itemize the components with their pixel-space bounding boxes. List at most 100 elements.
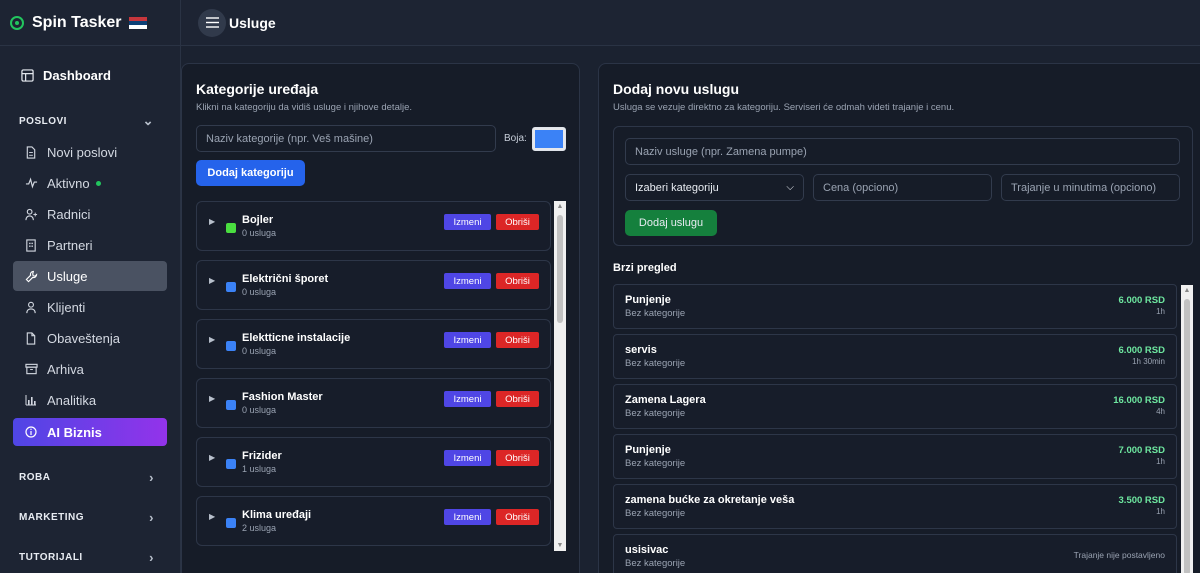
user-plus-icon	[24, 207, 38, 221]
price-input[interactable]: Cena (opciono)	[813, 174, 992, 201]
chevron-down-icon: ⌵	[786, 182, 794, 193]
add-category-button[interactable]: Dodaj kategoriju	[196, 160, 305, 186]
service-duration: 1h	[1156, 457, 1165, 466]
sidebar-item-partneri[interactable]: Partneri	[13, 230, 167, 260]
service-category: Bez kategorije	[625, 308, 686, 319]
category-item[interactable]: ▶ Fashion Master 0 usluga Izmeni Obriši	[196, 378, 551, 428]
category-name: Fashion Master	[242, 391, 323, 403]
delete-button[interactable]: Obriši	[496, 450, 539, 466]
chevron-right-icon: ›	[149, 549, 154, 565]
scroll-up-icon[interactable]: ▲	[1181, 287, 1193, 294]
category-name-input[interactable]: Naziv kategorije (npr. Veš mašine)	[196, 125, 496, 152]
hamburger-icon	[205, 17, 219, 28]
service-category: Bez kategorije	[625, 358, 686, 369]
sidebar-item-analitika[interactable]: Analitika	[13, 385, 167, 415]
service-item[interactable]: Zamena Lagera Bez kategorije 16.000 RSD …	[613, 384, 1177, 429]
section-label: ROBA	[19, 471, 51, 483]
color-picker[interactable]	[532, 127, 566, 151]
delete-button[interactable]: Obriši	[496, 509, 539, 525]
chevron-down-icon: ⌄	[142, 113, 154, 128]
info-icon	[24, 425, 38, 439]
scroll-down-icon[interactable]: ▼	[554, 542, 566, 549]
category-color-swatch	[226, 223, 236, 233]
delete-button[interactable]: Obriši	[496, 214, 539, 230]
brand[interactable]: Spin Tasker	[0, 0, 180, 46]
sidebar-item-radnici[interactable]: Radnici	[13, 199, 167, 229]
service-item[interactable]: Punjenje Bez kategorije 6.000 RSD 1h	[613, 284, 1177, 329]
app-name: Spin Tasker	[32, 13, 122, 31]
service-name: usisivac	[625, 544, 669, 556]
sidebar-item-arhiva[interactable]: Arhiva	[13, 354, 167, 384]
service-category: Bez kategorije	[625, 508, 686, 519]
duration-input[interactable]: Trajanje u minutima (opciono)	[1001, 174, 1180, 201]
sidebar-item-label: Klijenti	[47, 299, 86, 315]
category-item[interactable]: ▶ Bojler 0 usluga Izmeni Obriši	[196, 201, 551, 251]
edit-button[interactable]: Izmeni	[444, 332, 491, 348]
sidebar-item-usluge[interactable]: Usluge	[13, 261, 167, 291]
category-item[interactable]: ▶ Frizider 1 usluga Izmeni Obriši	[196, 437, 551, 487]
category-item[interactable]: ▶ Klima uređaji 2 usluga Izmeni Obriši	[196, 496, 551, 546]
category-color-swatch	[226, 282, 236, 292]
scroll-up-icon[interactable]: ▲	[554, 203, 566, 210]
add-service-button[interactable]: Dodaj uslugu	[625, 210, 717, 236]
document-icon	[24, 145, 38, 159]
sidebar-item-ai-biznis[interactable]: AI Biznis	[13, 418, 167, 446]
file-icon	[24, 331, 38, 345]
category-count: 1 usluga	[242, 464, 277, 474]
section-roba[interactable]: ROBA ›	[0, 462, 180, 492]
edit-button[interactable]: Izmeni	[444, 509, 491, 525]
category-item[interactable]: ▶ Električni šporet 0 usluga Izmeni Obri…	[196, 260, 551, 310]
sidebar-item-dashboard[interactable]: Dashboard	[0, 56, 180, 94]
section-poslovi[interactable]: POSLOVI ⌄	[0, 106, 180, 136]
category-item[interactable]: ▶ Elektticne instalacije 0 usluga Izmeni…	[196, 319, 551, 369]
expand-triangle-icon[interactable]: ▶	[209, 276, 215, 285]
edit-button[interactable]: Izmeni	[444, 391, 491, 407]
scroll-thumb[interactable]	[1184, 299, 1190, 573]
menu-button[interactable]	[198, 8, 226, 37]
service-item[interactable]: zamena bućke za okretanje veša Bez kateg…	[613, 484, 1177, 529]
expand-triangle-icon[interactable]: ▶	[209, 512, 215, 521]
delete-button[interactable]: Obriši	[496, 273, 539, 289]
section-tutorijali[interactable]: TUTORIJALI ›	[0, 542, 180, 572]
service-price: 7.000 RSD	[1118, 445, 1165, 456]
active-status-dot	[95, 180, 101, 186]
category-list: ▶ Bojler 0 usluga Izmeni Obriši ▶ Elektr…	[196, 201, 551, 555]
service-item[interactable]: usisivac Bez kategorije Trajanje nije po…	[613, 534, 1177, 573]
edit-button[interactable]: Izmeni	[444, 273, 491, 289]
service-item[interactable]: Punjenje Bez kategorije 7.000 RSD 1h	[613, 434, 1177, 479]
service-item[interactable]: servis Bez kategorije 6.000 RSD 1h 30min	[613, 334, 1177, 379]
building-icon	[24, 238, 38, 252]
logo-icon	[10, 15, 24, 30]
section-marketing[interactable]: MARKETING ›	[0, 502, 180, 532]
sidebar-item-label: Analitika	[47, 392, 97, 408]
category-list-scrollbar[interactable]: ▲ ▼	[554, 201, 566, 551]
bar-chart-icon	[24, 393, 38, 407]
expand-triangle-icon[interactable]: ▶	[209, 335, 215, 344]
expand-triangle-icon[interactable]: ▶	[209, 453, 215, 462]
edit-button[interactable]: Izmeni	[444, 450, 491, 466]
sidebar-item-aktivno[interactable]: Aktivno	[13, 168, 167, 198]
category-count: 0 usluga	[242, 346, 277, 356]
delete-button[interactable]: Obriši	[496, 391, 539, 407]
categories-panel: Kategorije uređaja Klikni na kategoriju …	[181, 63, 580, 573]
service-list-scrollbar[interactable]: ▲	[1181, 285, 1193, 573]
sidebar-item-novi-poslovi[interactable]: Novi poslovi	[13, 137, 167, 167]
category-count: 0 usluga	[242, 405, 277, 415]
sidebar-item-obavestenja[interactable]: Obaveštenja	[13, 323, 167, 353]
service-price: 3.500 RSD	[1118, 495, 1165, 506]
sidebar-item-label: Radnici	[47, 206, 91, 222]
serbian-flag-icon[interactable]	[128, 16, 147, 29]
sidebar-item-label: Usluge	[47, 268, 88, 284]
scroll-thumb[interactable]	[557, 215, 563, 323]
edit-button[interactable]: Izmeni	[444, 214, 491, 230]
sidebar-item-klijenti[interactable]: Klijenti	[13, 292, 167, 322]
service-list: Punjenje Bez kategorije 6.000 RSD 1h ser…	[613, 284, 1177, 573]
new-service-panel: Dodaj novu uslugu Usluga se vezuje direk…	[598, 63, 1200, 573]
expand-triangle-icon[interactable]: ▶	[209, 217, 215, 226]
service-name-input[interactable]: Naziv usluge (npr. Zamena pumpe)	[625, 138, 1180, 165]
delete-button[interactable]: Obriši	[496, 332, 539, 348]
expand-triangle-icon[interactable]: ▶	[209, 394, 215, 403]
category-select[interactable]: Izaberi kategoriju ⌵	[625, 174, 804, 201]
sidebar-item-label: Novi poslovi	[47, 144, 118, 160]
service-category: Bez kategorije	[625, 558, 686, 569]
